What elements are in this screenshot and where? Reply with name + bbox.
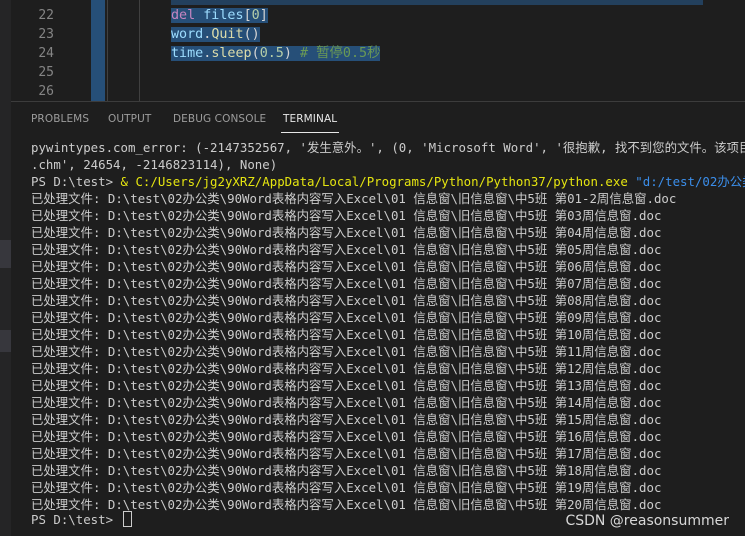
code-line-22: del files[0] xyxy=(171,8,268,23)
code-line-24: time.sleep(0.5) # 暂停0.5秒 xyxy=(171,46,381,61)
terminal-processed-line: 已处理文件: D:\test\02办公类\90Word表格内容写入Excel\0… xyxy=(31,446,662,461)
terminal-processed-line: 已处理文件: D:\test\02办公类\90Word表格内容写入Excel\0… xyxy=(31,361,662,376)
terminal-command-line: PS D:\test> & C:/Users/jg2yXRZ/AppData/L… xyxy=(31,174,745,189)
line-number: 26 xyxy=(38,84,54,99)
terminal-processed-line: 已处理文件: D:\test\02办公类\90Word表格内容写入Excel\0… xyxy=(31,191,677,206)
bottom-panel: PROBLEMS OUTPUT DEBUG CONSOLE TERMINAL p… xyxy=(11,101,745,536)
panel-tabs: PROBLEMS OUTPUT DEBUG CONSOLE TERMINAL xyxy=(11,102,745,136)
indent-guide xyxy=(139,0,140,101)
terminal-processed-line: 已处理文件: D:\test\02办公类\90Word表格内容写入Excel\0… xyxy=(31,378,662,393)
activity-bar-marker xyxy=(0,240,11,268)
code-line-23: word.Quit() xyxy=(171,27,260,42)
line-number: 23 xyxy=(38,27,54,42)
terminal-processed-line: 已处理文件: D:\test\02办公类\90Word表格内容写入Excel\0… xyxy=(31,395,662,410)
activity-bar-strip xyxy=(0,0,11,536)
terminal-error-line: .chm', 24654, -2146823114), None) xyxy=(31,157,278,172)
terminal-processed-line: 已处理文件: D:\test\02办公类\90Word表格内容写入Excel\0… xyxy=(31,412,662,427)
terminal-output[interactable]: pywintypes.com_error: (-2147352567, '发生意… xyxy=(31,139,745,534)
tab-problems[interactable]: PROBLEMS xyxy=(31,113,89,125)
terminal-processed-line: 已处理文件: D:\test\02办公类\90Word表格内容写入Excel\0… xyxy=(31,344,662,359)
indent-guide xyxy=(107,0,108,101)
terminal-processed-line: 已处理文件: D:\test\02办公类\90Word表格内容写入Excel\0… xyxy=(31,327,662,342)
terminal-processed-line: 已处理文件: D:\test\02办公类\90Word表格内容写入Excel\0… xyxy=(31,480,662,495)
code-editor[interactable]: 22 del files[0] 23 word.Quit() 24 time.s… xyxy=(11,0,745,101)
terminal-processed-line: 已处理文件: D:\test\02办公类\90Word表格内容写入Excel\0… xyxy=(31,293,662,308)
terminal-prompt[interactable]: PS D:\test> xyxy=(31,511,132,528)
selection-highlight xyxy=(91,0,105,101)
terminal-processed-line: 已处理文件: D:\test\02办公类\90Word表格内容写入Excel\0… xyxy=(31,429,662,444)
terminal-error-line: pywintypes.com_error: (-2147352567, '发生意… xyxy=(31,140,745,155)
watermark: CSDN @reasonsummer xyxy=(565,513,729,529)
terminal-processed-line: 已处理文件: D:\test\02办公类\90Word表格内容写入Excel\0… xyxy=(31,310,662,325)
terminal-processed-line: 已处理文件: D:\test\02办公类\90Word表格内容写入Excel\0… xyxy=(31,276,662,291)
line-number: 24 xyxy=(38,46,54,61)
tab-output[interactable]: OUTPUT xyxy=(108,113,151,125)
activity-bar-marker xyxy=(0,330,11,352)
line-number: 25 xyxy=(38,65,54,80)
terminal-processed-line: 已处理文件: D:\test\02办公类\90Word表格内容写入Excel\0… xyxy=(31,208,662,223)
terminal-cursor xyxy=(122,511,132,527)
terminal-processed-line: 已处理文件: D:\test\02办公类\90Word表格内容写入Excel\0… xyxy=(31,463,662,478)
tab-debug-console[interactable]: DEBUG CONSOLE xyxy=(173,113,266,125)
terminal-processed-line: 已处理文件: D:\test\02办公类\90Word表格内容写入Excel\0… xyxy=(31,225,662,240)
terminal-processed-line: 已处理文件: D:\test\02办公类\90Word表格内容写入Excel\0… xyxy=(31,259,662,274)
tab-terminal[interactable]: TERMINAL xyxy=(280,113,340,133)
line-number: 22 xyxy=(38,8,54,23)
terminal-processed-line: 已处理文件: D:\test\02办公类\90Word表格内容写入Excel\0… xyxy=(31,242,662,257)
